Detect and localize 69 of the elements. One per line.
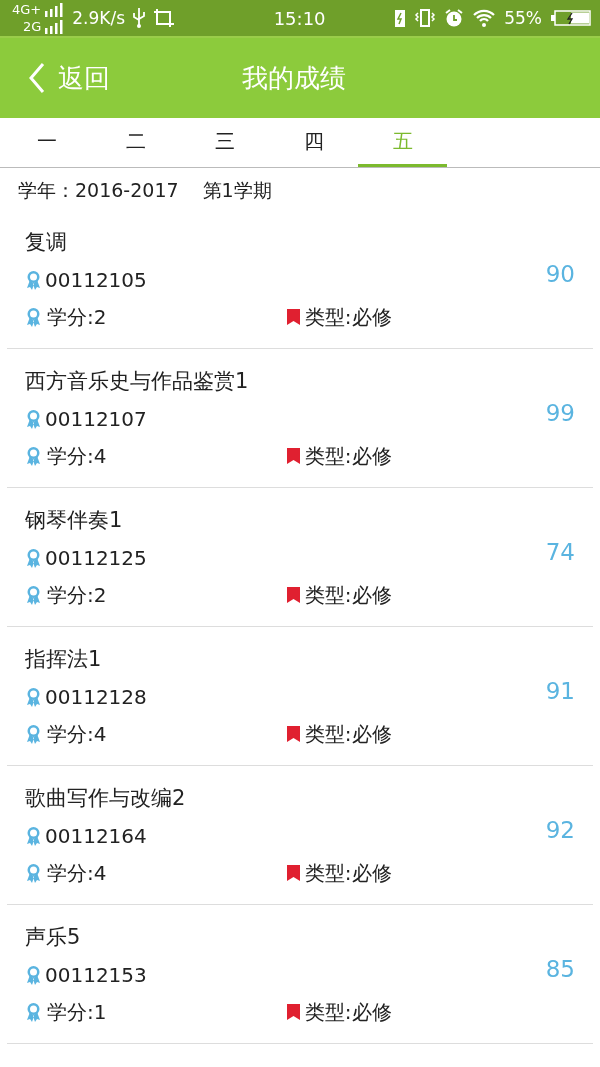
network-label: 4G+ (12, 1, 42, 18)
award-ribbon-icon (25, 585, 42, 605)
tab[interactable]: 四 (269, 118, 358, 167)
course-score: 85 (545, 956, 575, 982)
award-ribbon-icon (25, 446, 42, 466)
battery-saver-icon (394, 8, 407, 28)
award-ribbon-icon (25, 269, 42, 290)
bookmark-icon (286, 865, 300, 881)
course-type: 类型:必修 (304, 581, 392, 609)
screenshot-icon (153, 8, 176, 28)
course-code: 00112125 (45, 545, 147, 570)
course-credit: 学分:2 (47, 581, 107, 609)
bookmark-icon (286, 448, 300, 464)
award-ribbon-icon (25, 724, 42, 744)
course-credit: 学分:4 (47, 859, 107, 887)
course-credit: 学分:4 (47, 442, 107, 470)
usb-icon (133, 7, 146, 29)
tab[interactable]: 二 (91, 118, 180, 167)
semester: 第1学期 (202, 178, 272, 203)
course-score: 99 (545, 400, 575, 426)
alarm-icon (444, 8, 465, 28)
signal-icon (44, 2, 65, 17)
course-type: 类型:必修 (304, 859, 392, 887)
course-code: 00112107 (45, 406, 147, 431)
course-type: 类型:必修 (304, 303, 392, 331)
course-code: 00112128 (45, 684, 147, 709)
network-label: 2G (22, 18, 42, 35)
course-name: 钢琴伴奏1 (25, 506, 124, 534)
course-credit: 学分:4 (47, 720, 107, 748)
course-code: 00112153 (45, 962, 147, 987)
tab[interactable]: 一 (2, 118, 91, 167)
signal-icon (44, 19, 65, 34)
course-credit: 学分:2 (47, 303, 107, 331)
course-name: 歌曲写作与改编2 (25, 784, 187, 812)
course-type: 类型:必修 (304, 720, 392, 748)
course-code: 00112164 (45, 823, 147, 848)
award-ribbon-icon (25, 408, 42, 429)
award-ribbon-icon (25, 964, 42, 985)
course-name: 声乐5 (25, 923, 82, 951)
award-ribbon-icon (25, 307, 42, 327)
bookmark-icon (286, 726, 300, 742)
course-name: 复调 (25, 228, 68, 256)
award-ribbon-icon (25, 863, 42, 883)
course-name: 指挥法1 (25, 645, 103, 673)
battery-icon (550, 9, 592, 27)
bookmark-icon (286, 587, 300, 603)
course-code: 00112105 (45, 267, 147, 292)
course-type: 类型:必修 (304, 998, 392, 1026)
vibrate-icon (414, 8, 437, 28)
bookmark-icon (286, 309, 300, 325)
award-ribbon-icon (25, 547, 42, 568)
clock: 15:10 (272, 7, 326, 29)
bookmark-icon (286, 1004, 300, 1020)
award-ribbon-icon (25, 686, 42, 707)
course-type: 类型:必修 (304, 442, 392, 470)
course-credit: 学分:1 (47, 998, 107, 1026)
course-score: 92 (545, 817, 575, 843)
course-score: 74 (545, 539, 575, 565)
course-score: 91 (545, 678, 575, 704)
network-speed: 2.9K/s (72, 8, 126, 28)
wifi-icon (472, 8, 497, 28)
course-score: 90 (545, 261, 575, 287)
page-title: 我的成绩 (242, 61, 346, 95)
course-name: 西方音乐史与作品鉴赏1 (25, 367, 250, 395)
tab[interactable]: 三 (180, 118, 269, 167)
award-ribbon-icon (25, 825, 42, 846)
school-year: 学年：2016-2017 (18, 178, 179, 203)
award-ribbon-icon (25, 1002, 42, 1022)
battery-percent: 55% (504, 8, 542, 28)
